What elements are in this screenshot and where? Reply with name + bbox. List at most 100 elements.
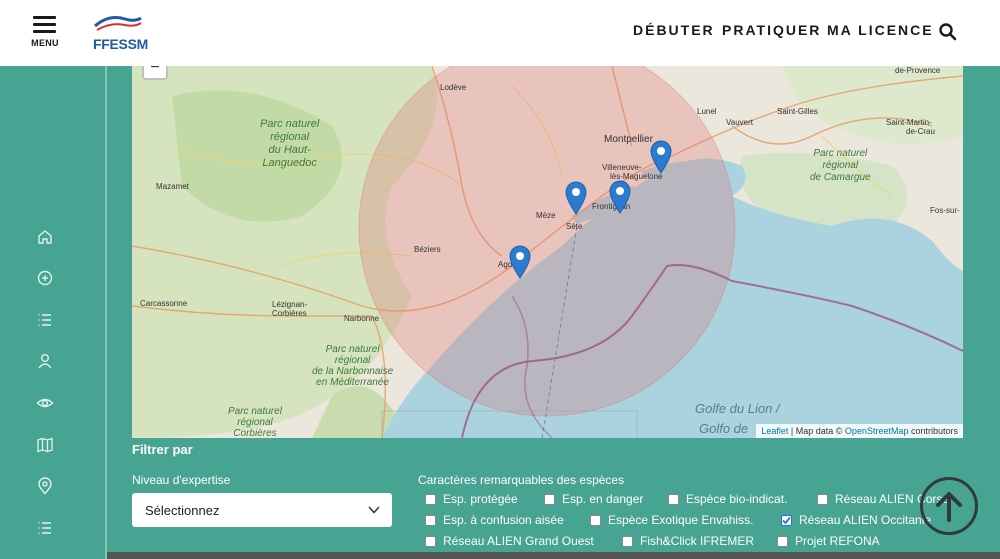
park-line: Parc naturel bbox=[228, 406, 282, 417]
park-label-corbieres: Parc naturel régional Corbières bbox=[228, 406, 282, 438]
place-label: Corbières bbox=[272, 309, 307, 318]
checkbox-box[interactable] bbox=[425, 536, 436, 547]
map-marker-icon bbox=[565, 181, 587, 215]
sea-label: Golfe du Lion / bbox=[695, 401, 780, 416]
search-button[interactable] bbox=[938, 22, 958, 42]
filter-title: Filtrer par bbox=[132, 442, 193, 457]
park-line: Parc naturel bbox=[325, 344, 380, 355]
page-bottom-strip bbox=[107, 552, 1000, 559]
place-label: de-Provence bbox=[895, 66, 941, 75]
add-circle-icon[interactable] bbox=[36, 269, 54, 287]
checkbox-label: Espèce bio-indicat. bbox=[686, 492, 788, 506]
attribution-text: contributors bbox=[908, 426, 958, 436]
map-attribution: Leaflet | Map data © OpenStreetMap contr… bbox=[756, 424, 963, 438]
menu-button[interactable]: MENU bbox=[30, 14, 60, 52]
hamburger-bar bbox=[33, 23, 56, 26]
leaflet-link[interactable]: Leaflet bbox=[761, 426, 788, 436]
map-tiles[interactable] bbox=[132, 66, 963, 438]
checkbox-box[interactable] bbox=[622, 536, 633, 547]
osm-link[interactable]: OpenStreetMap bbox=[845, 426, 909, 436]
nav-debuter[interactable]: DÉBUTER bbox=[633, 22, 715, 42]
wave-logo-icon bbox=[94, 16, 142, 31]
checkbox-box-checked[interactable] bbox=[781, 515, 792, 526]
rail-divider bbox=[105, 66, 107, 559]
map-icon[interactable] bbox=[36, 436, 54, 454]
zoom-out-button[interactable]: − bbox=[142, 66, 168, 80]
user-icon[interactable] bbox=[36, 352, 54, 370]
hamburger-bar bbox=[33, 30, 56, 33]
park-label-haut-languedoc: Parc naturel régional du Haut- Languedoc bbox=[260, 118, 319, 170]
checkbox-box[interactable] bbox=[425, 515, 436, 526]
park-line: de Camargue bbox=[810, 172, 871, 183]
place-label: Lézignan- bbox=[272, 300, 308, 309]
park-line: de la Narbonnaise bbox=[312, 366, 394, 377]
place-label: Montpellier bbox=[604, 134, 653, 145]
park-label-narbonnaise: Parc naturel régional de la Narbonnaise … bbox=[312, 344, 393, 388]
park-line: du Haut- bbox=[268, 144, 311, 156]
checkbox-box[interactable] bbox=[777, 536, 788, 547]
checkbox-label: Esp. en danger bbox=[562, 492, 644, 506]
home-icon[interactable] bbox=[36, 228, 54, 246]
park-line: Corbières bbox=[233, 428, 277, 438]
place-label: Fos-sur- bbox=[930, 206, 960, 215]
logo-text: FFESSM bbox=[93, 36, 148, 52]
park-line: Parc naturel bbox=[813, 148, 868, 159]
park-line: Parc naturel bbox=[260, 118, 320, 130]
park-line: régional bbox=[237, 417, 273, 428]
scroll-to-top-button[interactable] bbox=[920, 477, 978, 535]
map-marker[interactable] bbox=[509, 245, 531, 279]
park-line: régional bbox=[822, 160, 859, 171]
place-label: Saint-Martin- bbox=[886, 118, 932, 127]
eye-icon[interactable] bbox=[36, 394, 54, 412]
nav-ma-licence[interactable]: MA LICENCE bbox=[827, 22, 934, 42]
expertise-label: Niveau d'expertise bbox=[132, 473, 231, 487]
place-label: Béziers bbox=[414, 245, 441, 254]
checkbox-box[interactable] bbox=[544, 494, 555, 505]
expertise-value: Sélectionnez bbox=[145, 503, 220, 518]
map-marker[interactable] bbox=[565, 181, 587, 215]
site-header: MENU FFESSM DÉBUTER PRATIQUER MA LICENCE bbox=[0, 0, 1000, 66]
place-label: Villeneuve- bbox=[602, 163, 642, 172]
search-icon bbox=[939, 23, 957, 41]
checkbox-label: Projet REFONA bbox=[795, 534, 880, 548]
place-label: Lunel bbox=[697, 107, 717, 116]
place-label: Mazamet bbox=[156, 182, 189, 191]
map-marker[interactable] bbox=[609, 180, 631, 214]
expertise-select[interactable]: Sélectionnez bbox=[132, 493, 392, 527]
map-marker-icon bbox=[609, 180, 631, 214]
place-label: Carcassonne bbox=[140, 299, 188, 308]
map-marker-icon bbox=[509, 245, 531, 279]
checkbox-label: Fish&Click IFREMER bbox=[640, 534, 755, 548]
species-map[interactable]: − Lodève Montpellier Villeneuve- lès-Mag… bbox=[132, 66, 963, 438]
place-label: Narbonne bbox=[344, 314, 380, 323]
checkbox-label: Réseau ALIEN Occitanie bbox=[799, 513, 932, 527]
checkbox-label: Espèce Exotique Envahiss. bbox=[608, 513, 754, 527]
ffessm-logo[interactable]: FFESSM bbox=[91, 10, 148, 54]
menu-label: MENU bbox=[31, 38, 59, 48]
arrow-up-icon bbox=[936, 492, 962, 522]
place-label: Lodève bbox=[440, 83, 467, 92]
map-marker-icon bbox=[650, 140, 672, 174]
location-pin-icon[interactable] bbox=[36, 477, 54, 495]
traits-label: Caractères remarquables des espèces bbox=[418, 473, 625, 487]
attribution-text: | Map data © bbox=[788, 426, 845, 436]
chevron-down-icon bbox=[368, 506, 380, 514]
park-line: régional bbox=[334, 355, 371, 366]
checkbox-label: Esp. protégée bbox=[443, 492, 518, 506]
park-line: Languedoc bbox=[262, 157, 317, 169]
checkbox-box[interactable] bbox=[668, 494, 679, 505]
list-icon[interactable] bbox=[36, 519, 54, 537]
map-marker[interactable] bbox=[650, 140, 672, 174]
checkbox-box[interactable] bbox=[817, 494, 828, 505]
place-label: Saint-Gilles bbox=[777, 107, 818, 116]
list-icon[interactable] bbox=[36, 311, 54, 329]
checkbox-box[interactable] bbox=[590, 515, 601, 526]
park-label-camargue: Parc naturel régional de Camargue bbox=[810, 148, 871, 184]
place-label: Mèze bbox=[536, 211, 556, 220]
checkbox-box[interactable] bbox=[425, 494, 436, 505]
checkbox-label: Réseau ALIEN Grand Ouest bbox=[443, 534, 594, 548]
hamburger-icon bbox=[33, 16, 56, 19]
park-line: régional bbox=[270, 131, 310, 143]
checkbox-label: Esp. à confusion aisée bbox=[443, 513, 564, 527]
nav-pratiquer[interactable]: PRATIQUER bbox=[722, 22, 821, 42]
